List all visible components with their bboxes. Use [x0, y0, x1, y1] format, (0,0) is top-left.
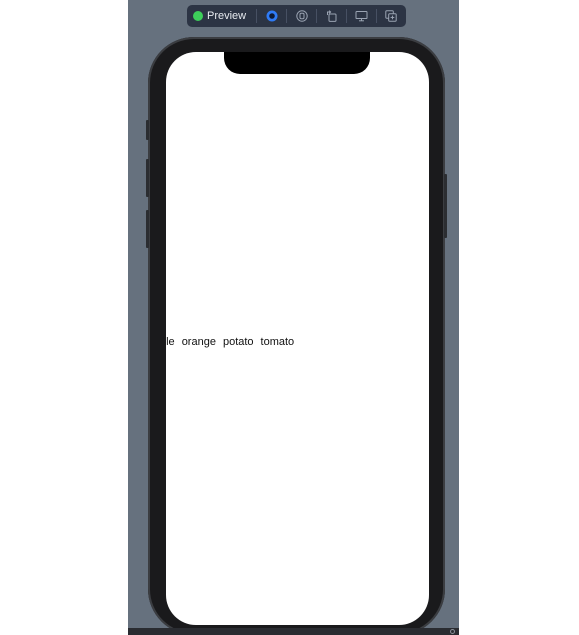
live-preview-button[interactable]: [257, 5, 286, 27]
volume-down-button: [146, 210, 149, 248]
device-settings-icon: [355, 10, 368, 22]
word-row: ple orange potato tomato: [166, 336, 294, 348]
word-item: potato: [222, 336, 254, 348]
word-item: ple: [166, 336, 175, 348]
volume-up-button: [146, 159, 149, 197]
live-preview-icon: [266, 10, 278, 22]
bottom-bar: [128, 628, 459, 635]
device-screen: ple orange potato tomato: [166, 52, 429, 625]
word-item: tomato: [260, 336, 295, 348]
rotate-device-button[interactable]: [317, 5, 346, 27]
device-notch: [224, 52, 370, 74]
duplicate-preview-button[interactable]: [377, 5, 406, 27]
duplicate-preview-icon: [385, 10, 398, 22]
power-button: [444, 174, 447, 238]
word-item: orange: [181, 336, 216, 348]
preview-status[interactable]: Preview: [193, 5, 256, 27]
selectable-icon: [295, 10, 308, 22]
preview-canvas: Preview le orange potato tomato: [128, 0, 459, 635]
preview-toolbar: Preview: [187, 5, 406, 27]
selectable-button[interactable]: [287, 5, 316, 27]
preview-label: Preview: [207, 10, 247, 22]
status-circle-icon: [450, 629, 455, 634]
device-settings-button[interactable]: [347, 5, 376, 27]
mute-switch: [146, 120, 149, 140]
live-status-icon: [193, 11, 203, 21]
rotate-device-icon: [326, 10, 338, 22]
device-frame: ple orange potato tomato: [146, 37, 447, 635]
